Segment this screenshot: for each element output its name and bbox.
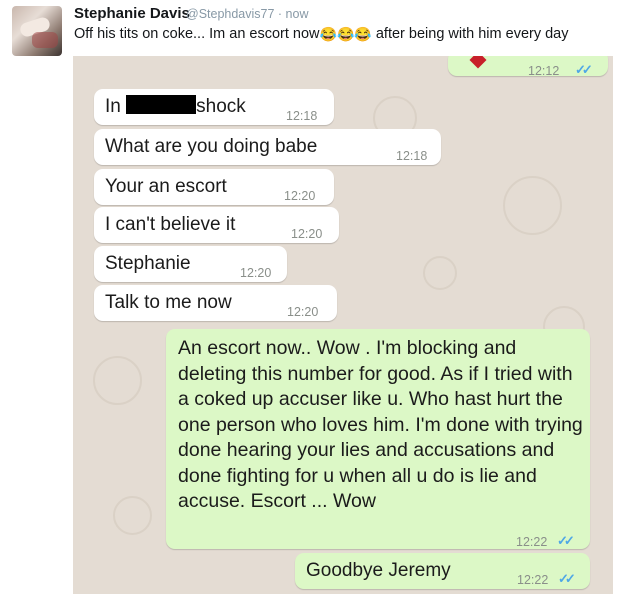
tweet-text-start: Off his tits on coke... Im an escort now <box>74 26 320 42</box>
message-bubble-incoming[interactable]: Your an escort 12:20 <box>94 169 334 205</box>
message-bubble-incoming[interactable]: What are you doing babe 12:18 <box>94 129 441 165</box>
message-time: 12:22 <box>516 535 548 549</box>
tweet-text-end: after being with him every day <box>371 26 569 42</box>
double-check-icon: ✓✓ <box>557 533 575 548</box>
message-time: 12:20 <box>291 227 323 241</box>
heart-emoji-icon <box>469 56 487 69</box>
message-bubble-incoming[interactable]: I can't believe it 12:20 <box>94 207 339 243</box>
message-text: Talk to me now <box>105 292 232 313</box>
wallpaper-doodle <box>503 176 562 235</box>
message-bubble-incoming[interactable]: Talk to me now 12:20 <box>94 285 337 321</box>
message-time: 12:20 <box>284 189 316 203</box>
message-text: Stephanie <box>105 253 191 274</box>
redaction-bar <box>126 95 197 114</box>
message-text: I can't believe it <box>105 214 236 235</box>
laughing-emoji-icon: 😂 <box>319 26 337 42</box>
double-check-icon: ✓✓ <box>575 62 593 77</box>
avatar-photo-detail <box>32 32 58 48</box>
tweet-header: Stephanie Davis @Stephdavis77 · now Off … <box>0 0 618 58</box>
wallpaper-doodle <box>423 256 457 290</box>
message-time: 12:20 <box>240 266 272 280</box>
wallpaper-doodle <box>93 356 142 405</box>
laughing-emoji-icon: 😂 <box>336 26 355 42</box>
tweet-text: Off his tits on coke... Im an escort now… <box>74 26 569 42</box>
message-text: In shock <box>105 95 246 117</box>
message-bubble-outgoing[interactable]: Goodbye Jeremy 12:22 ✓✓ <box>295 553 590 589</box>
double-check-icon: ✓✓ <box>558 571 576 586</box>
message-time: 12:18 <box>286 109 318 123</box>
message-time: 12:20 <box>287 305 319 319</box>
laughing-emoji-icon: 😂 <box>354 26 372 42</box>
author-name[interactable]: Stephanie Davis <box>74 5 190 22</box>
chat-screenshot: 12:12 ✓✓ In shock 12:18 What are you doi… <box>73 56 613 594</box>
message-text: Goodbye Jeremy <box>306 560 451 581</box>
message-bubble-incoming[interactable]: In shock 12:18 <box>94 89 334 125</box>
avatar[interactable] <box>12 6 62 56</box>
message-time: 12:12 <box>528 64 560 78</box>
message-bubble-incoming[interactable]: Stephanie 12:20 <box>94 246 287 282</box>
author-handle-time[interactable]: @Stephdavis77 · now <box>186 7 308 21</box>
wallpaper-doodle <box>113 496 152 535</box>
message-time: 12:22 <box>517 573 549 587</box>
message-text: Your an escort <box>105 176 227 197</box>
message-text: An escort now.. Wow . I'm blocking and d… <box>178 337 583 512</box>
message-bubble-outgoing[interactable]: 12:12 ✓✓ <box>448 56 608 78</box>
message-text: What are you doing babe <box>105 136 318 157</box>
message-time: 12:18 <box>396 149 428 163</box>
message-bubble-outgoing[interactable]: An escort now.. Wow . I'm blocking and d… <box>166 329 590 549</box>
